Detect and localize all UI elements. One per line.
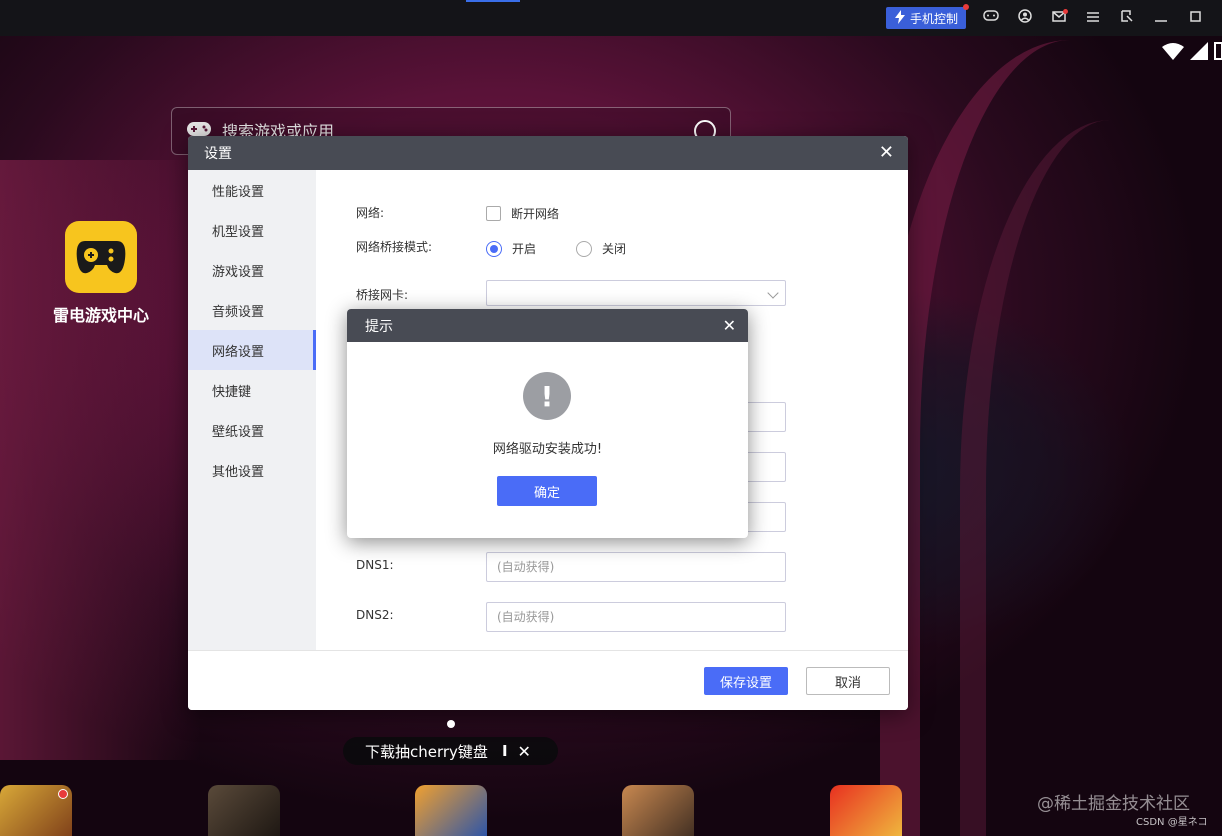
sidebar-item-shortcuts[interactable]: 快捷键 [188,370,316,410]
game-icon[interactable] [622,785,694,836]
sidebar-item-audio[interactable]: 音频设置 [188,290,316,330]
sidebar-item-performance[interactable]: 性能设置 [188,170,316,210]
save-settings-button[interactable]: 保存设置 [704,667,788,695]
gamepad-icon [76,241,126,274]
battery-icon [1214,42,1222,64]
sidebar-item-game[interactable]: 游戏设置 [188,250,316,290]
page-indicator-dot[interactable] [447,720,455,728]
user-button[interactable] [1008,0,1042,36]
bridge-off-label: 关闭 [602,242,627,256]
notification-dot [963,4,969,10]
exclamation-icon: ! [523,372,571,420]
game-center-app-label: 雷电游戏中心 [52,306,149,325]
prompt-message: 网络驱动安装成功! [492,442,603,457]
gamepad-button[interactable] [974,0,1008,36]
lightning-icon [894,9,906,27]
popout-icon [1121,10,1133,26]
game-icon[interactable] [0,785,72,836]
cancel-button[interactable]: 取消 [806,667,890,695]
sidebar-item-wallpaper[interactable]: 壁纸设置 [188,410,316,450]
network-label: 网络: [356,206,385,220]
bridge-off-option[interactable]: 关闭 [576,240,626,257]
dns1-input[interactable] [497,560,775,574]
dns2-label: DNS2: [356,608,394,622]
prompt-dialog: 提示 ✕ ! 网络驱动安装成功! 确定 [347,309,748,538]
notification-dot [58,789,68,799]
sidebar-item-network[interactable]: 网络设置 [188,330,316,370]
sidebar-item-model[interactable]: 机型设置 [188,210,316,250]
watermark: CSDN @星ネコ [1136,817,1208,828]
sidebar-item-other[interactable]: 其他设置 [188,450,316,490]
gamepad-icon [983,10,999,26]
menu-icon [1087,10,1099,26]
dns2-input[interactable] [497,610,775,624]
mail-button[interactable] [1042,0,1076,36]
game-icon[interactable] [830,785,902,836]
chevron-down-icon [767,287,779,299]
disconnect-network-option[interactable]: 断开网络 [486,205,559,222]
watermark: @稀土掘金技术社区 [1037,794,1190,814]
promo-banner[interactable]: 下载抽cherry键盘 I ✕ [343,737,558,765]
dns1-field[interactable] [486,552,786,582]
disconnect-network-checkbox[interactable] [486,206,501,221]
close-icon[interactable]: ✕ [723,317,736,334]
dns1-label: DNS1: [356,558,394,572]
minimize-button[interactable] [1144,0,1178,36]
user-icon [1018,9,1032,27]
ok-button[interactable]: 确定 [497,476,597,506]
signal-icon [1190,42,1208,64]
bridge-on-option[interactable]: 开启 [486,240,536,257]
bridge-on-radio[interactable] [486,240,502,257]
settings-footer: 保存设置 取消 [188,650,908,710]
tab-indicator [466,0,520,2]
bridge-on-label: 开启 [512,242,537,256]
prompt-title: 提示 [365,318,393,335]
close-icon[interactable]: ✕ [518,742,531,761]
settings-header: 设置 ✕ [188,136,908,170]
status-bar [1162,42,1222,64]
maximize-button[interactable] [1178,0,1212,36]
game-center-app-icon[interactable] [65,221,137,293]
game-icon[interactable] [415,785,487,836]
wifi-icon [1162,42,1184,64]
dns2-field[interactable] [486,602,786,632]
notification-dot [1063,9,1068,14]
bridge-off-radio[interactable] [576,240,592,257]
menu-button[interactable] [1076,0,1110,36]
prompt-header: 提示 ✕ [347,309,748,342]
settings-sidebar: 性能设置 机型设置 游戏设置 音频设置 网络设置 快捷键 壁纸设置 其他设置 [188,170,316,650]
phone-control-button[interactable]: 手机控制 [885,4,969,29]
close-icon[interactable]: ✕ [879,144,894,162]
disconnect-network-label: 断开网络 [511,207,560,221]
title-bar: 手机控制 [0,0,1222,36]
bridge-nic-select[interactable] [486,280,786,306]
game-icon[interactable] [208,785,280,836]
bridge-mode-label: 网络桥接模式: [356,240,433,254]
popout-button[interactable] [1110,0,1144,36]
bridge-nic-label: 桥接网卡: [356,288,409,302]
banner-separator: I [501,742,508,760]
settings-title: 设置 [204,146,232,162]
promo-banner-text: 下载抽cherry键盘 [365,742,488,761]
minimize-icon [1155,10,1167,26]
phone-control-label: 手机控制 [909,11,958,26]
maximize-icon [1189,10,1201,26]
